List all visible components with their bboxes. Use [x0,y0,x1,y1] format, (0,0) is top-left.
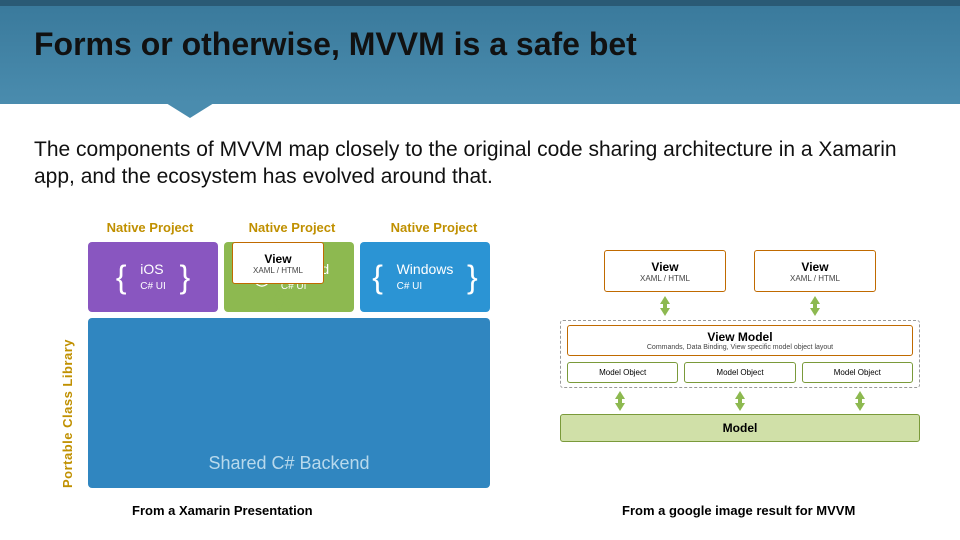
viewmodel-wrap: View Model Commands, Data Binding, View … [560,320,920,388]
brace-icon: { [108,260,134,294]
header-arrow-icon [166,103,214,118]
overlay-view-box: View XAML / HTML [232,242,324,284]
double-arrow-icon [731,391,749,411]
native-project-label: Native Project [374,220,494,235]
brace-icon: } [172,260,198,294]
viewmodel-box: View Model Commands, Data Binding, View … [567,325,913,356]
slide-header: Forms or otherwise, MVVM is a safe bet [0,0,960,104]
brace-icon: } [459,260,485,294]
slide-subtitle: The components of MVVM map closely to th… [34,136,926,191]
model-object-box: Model Object [802,362,913,383]
double-arrow-icon [611,391,629,411]
native-project-label: Native Project [232,220,352,235]
slide-title: Forms or otherwise, MVVM is a safe bet [34,26,637,63]
view-box: View XAML / HTML [754,250,876,292]
overlay-view-title: View [233,252,323,266]
left-caption: From a Xamarin Presentation [132,503,313,518]
native-project-labels: Native Project Native Project Native Pro… [90,220,494,235]
view-box: View XAML / HTML [604,250,726,292]
native-project-label: Native Project [90,220,210,235]
overlay-double-arrow-icon [270,290,288,310]
double-arrow-icon [806,296,824,316]
ios-label: iOS C# UI [140,262,166,293]
overlay-view-sub: XAML / HTML [233,266,323,275]
brace-icon: { [365,260,391,294]
view-row: View XAML / HTML View XAML / HTML [590,250,890,292]
shared-backend-box: Shared C# Backend [88,318,490,488]
view-vm-arrows [590,296,890,316]
right-caption: From a google image result for MVVM [622,503,855,518]
mvvm-diagram: View XAML / HTML View XAML / HTML View M… [560,250,920,442]
pcl-label: Portable Class Library [60,339,75,488]
double-arrow-icon [656,296,674,316]
windows-label: Windows C# UI [397,262,454,293]
model-object-box: Model Object [684,362,795,383]
model-object-box: Model Object [567,362,678,383]
vm-model-arrows [560,391,920,411]
shared-backend-label: Shared C# Backend [208,453,369,474]
model-box: Model [560,414,920,442]
ios-ui-box: { iOS C# UI } [88,242,218,312]
windows-ui-box: { Windows C# UI } [360,242,490,312]
double-arrow-icon [851,391,869,411]
model-object-row: Model Object Model Object Model Object [567,362,913,383]
